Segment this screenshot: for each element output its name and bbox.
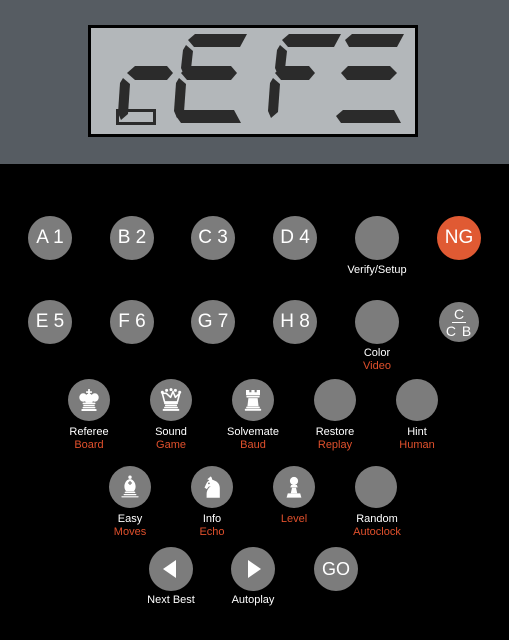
chess-king-icon	[79, 389, 99, 411]
button-go-label: GO	[321, 558, 350, 579]
button-d4[interactable]: D 4	[273, 216, 317, 260]
label-sound-game: Sound Game	[131, 426, 211, 451]
label-hint-primary: Hint	[407, 426, 427, 438]
label-echo-alt: Echo	[199, 525, 225, 538]
button-c3[interactable]: C 3	[191, 216, 235, 260]
chess-queen-icon	[160, 388, 182, 411]
button-hint-human[interactable]	[396, 379, 438, 421]
device-bezel	[0, 0, 509, 164]
triangle-left-icon	[163, 560, 176, 578]
label-replay-alt: Replay	[317, 438, 353, 451]
lcd-display	[88, 25, 418, 137]
label-level: Level	[254, 513, 334, 526]
label-hint-human: Hint Human	[377, 426, 457, 451]
button-f6[interactable]: F 6	[110, 300, 154, 344]
label-easy-moves: Easy Moves	[90, 513, 170, 538]
label-verify-setup-primary: Verify/Setup	[347, 264, 407, 276]
button-c3-label: C 3	[198, 227, 228, 248]
label-info-primary: Info	[202, 513, 222, 525]
lcd-char-f	[268, 34, 341, 118]
lcd-cursor-indicator	[116, 109, 156, 125]
button-level[interactable]	[273, 466, 315, 508]
button-random-autoclock[interactable]	[355, 466, 397, 508]
button-b2[interactable]: B 2	[110, 216, 154, 260]
button-g7-label: G 7	[197, 311, 229, 332]
button-g7[interactable]: G 7	[191, 300, 235, 344]
label-next-best: Next Best	[131, 594, 211, 607]
label-info-echo: Info Echo	[172, 513, 252, 538]
label-restore-replay: Restore Replay	[295, 426, 375, 451]
label-restore-primary: Restore	[315, 426, 355, 438]
label-human-alt: Human	[399, 438, 435, 451]
lcd-char-e1	[174, 34, 247, 123]
chess-bishop-icon	[121, 475, 139, 498]
chess-knight-icon	[204, 476, 220, 498]
label-color-primary: Color	[363, 347, 391, 359]
label-verify-setup: Verify/Setup	[325, 264, 429, 277]
label-referee-primary: Referee	[69, 426, 109, 438]
label-solvemate-baud: Solvemate Baud	[207, 426, 299, 451]
button-verify-setup[interactable]	[355, 216, 399, 260]
label-autoplay: Autoplay	[213, 594, 293, 607]
button-d4-label: D 4	[280, 227, 310, 248]
label-random-primary: Random	[356, 513, 398, 525]
button-f6-label: F 6	[118, 311, 146, 332]
button-h8[interactable]: H 8	[273, 300, 317, 344]
button-a1-label: A 1	[36, 227, 64, 248]
button-sound-game[interactable]	[150, 379, 192, 421]
label-color-video: Color Video	[337, 347, 417, 372]
button-c-cb-fraction: C C B	[446, 307, 472, 338]
button-c-cb[interactable]: C C B	[439, 302, 479, 342]
label-game-alt: Game	[156, 438, 186, 451]
label-video-alt: Video	[363, 359, 391, 372]
button-go[interactable]: GO	[314, 547, 358, 591]
label-easy-primary: Easy	[117, 513, 143, 525]
label-level-alt: Level	[280, 513, 308, 525]
label-referee-board: Referee Board	[49, 426, 129, 451]
button-next-best[interactable]	[149, 547, 193, 591]
button-h8-label: H 8	[280, 311, 310, 332]
button-referee-board[interactable]	[68, 379, 110, 421]
button-restore-replay[interactable]	[314, 379, 356, 421]
button-c-cb-denominator: C B	[445, 322, 473, 339]
keypad-panel: A 1 B 2 C 3 D 4 NG Verify/Setup E 5 F 6 …	[0, 164, 509, 640]
button-a1[interactable]: A 1	[28, 216, 72, 260]
chess-pawn-icon	[286, 476, 302, 498]
label-moves-alt: Moves	[113, 525, 147, 538]
button-solvemate-baud[interactable]	[232, 379, 274, 421]
button-ng-label: NG	[444, 227, 474, 248]
label-sound-primary: Sound	[155, 426, 187, 438]
button-easy-moves[interactable]	[109, 466, 151, 508]
label-next-best-primary: Next Best	[147, 594, 195, 606]
label-solvemate-primary: Solvemate	[227, 426, 279, 438]
button-b2-label: B 2	[117, 227, 147, 248]
label-board-alt: Board	[74, 438, 104, 451]
triangle-right-icon	[248, 560, 261, 578]
button-e5[interactable]: E 5	[28, 300, 72, 344]
button-color-video[interactable]	[355, 300, 399, 344]
button-c-cb-numerator: C	[451, 305, 467, 323]
button-ng[interactable]: NG	[437, 216, 481, 260]
button-e5-label: E 5	[35, 311, 65, 332]
label-random-autoclock: Random Autoclock	[331, 513, 423, 538]
lcd-char-e2	[336, 34, 404, 123]
label-autoclock-alt: Autoclock	[353, 525, 401, 538]
label-autoplay-primary: Autoplay	[231, 594, 275, 606]
chess-rook-icon	[244, 390, 262, 411]
button-autoplay[interactable]	[231, 547, 275, 591]
button-info-echo[interactable]	[191, 466, 233, 508]
label-baud-alt: Baud	[240, 438, 266, 451]
